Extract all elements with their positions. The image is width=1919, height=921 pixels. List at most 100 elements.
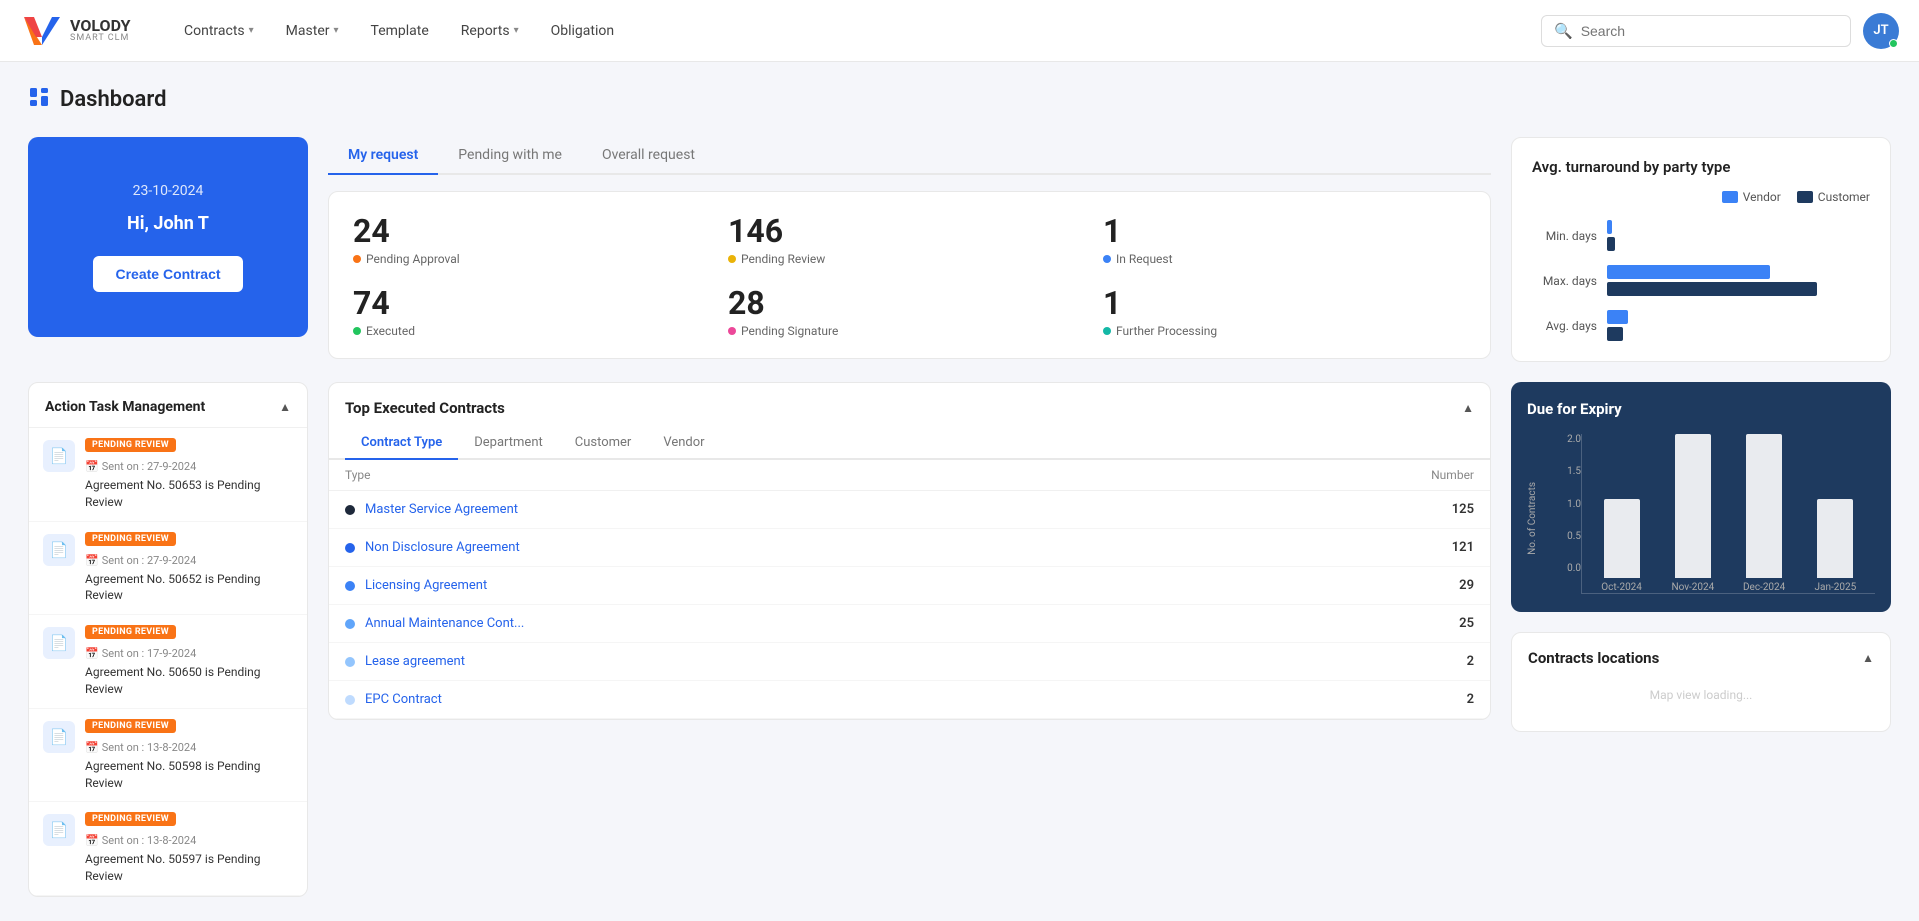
exec-row: Annual Maintenance Cont... 25 bbox=[329, 605, 1490, 643]
action-task-title: Action Task Management bbox=[45, 399, 205, 415]
horizontal-bar-chart: Min. days Max. days Avg. days bbox=[1532, 220, 1870, 341]
collapse-up-button[interactable]: ▲ bbox=[1462, 401, 1474, 415]
stat-pending-review: 146 Pending Review bbox=[728, 212, 1091, 266]
tab-vendor[interactable]: Vendor bbox=[647, 427, 720, 460]
task-description: Agreement No. 50650 is Pending Review bbox=[85, 664, 293, 698]
exec-contract-name[interactable]: Annual Maintenance Cont... bbox=[365, 616, 524, 631]
bar-customer-max bbox=[1607, 282, 1817, 296]
logo[interactable]: VOLODY SMART CLM bbox=[20, 9, 140, 53]
nav-item-contracts[interactable]: Contracts ▾ bbox=[170, 15, 268, 47]
tab-my-request[interactable]: My request bbox=[328, 137, 438, 175]
search-box[interactable]: 🔍 bbox=[1541, 15, 1851, 47]
bar-row-avg: Avg. days bbox=[1532, 310, 1870, 341]
task-date: 📅 Sent on : 27-9-2024 bbox=[85, 460, 196, 473]
legend-customer: Customer bbox=[1797, 190, 1870, 204]
nav-item-master[interactable]: Master ▾ bbox=[272, 15, 353, 47]
search-icon: 🔍 bbox=[1554, 22, 1573, 40]
panel-header: Action Task Management ▲ bbox=[29, 383, 307, 428]
expiry-title: Due for Expiry bbox=[1527, 400, 1875, 418]
tab-department[interactable]: Department bbox=[458, 427, 559, 460]
exec-contract-name[interactable]: Non Disclosure Agreement bbox=[365, 540, 520, 555]
dot-teal bbox=[1103, 327, 1111, 335]
task-item: 📄 PENDING REVIEW 📅 Sent on : 13-8-2024 A… bbox=[29, 709, 307, 803]
stats-panel: My request Pending with me Overall reque… bbox=[328, 137, 1491, 359]
create-contract-button[interactable]: Create Contract bbox=[93, 256, 242, 292]
tab-contract-type[interactable]: Contract Type bbox=[345, 427, 458, 460]
exec-header: Top Executed Contracts ▲ bbox=[329, 383, 1490, 417]
action-task-panel: Action Task Management ▲ 📄 PENDING REVIE… bbox=[28, 382, 308, 897]
tab-customer[interactable]: Customer bbox=[559, 427, 648, 460]
nav-item-reports[interactable]: Reports ▾ bbox=[447, 15, 533, 47]
stats-tabs: My request Pending with me Overall reque… bbox=[328, 137, 1491, 175]
legend-customer-box bbox=[1797, 191, 1813, 203]
page-title-row: Dashboard bbox=[28, 86, 1891, 113]
badge-pending-review: PENDING REVIEW bbox=[85, 625, 176, 639]
exec-contract-name[interactable]: Master Service Agreement bbox=[365, 502, 518, 517]
nav-right: 🔍 JT bbox=[1541, 13, 1899, 49]
task-date: 📅 Sent on : 13-8-2024 bbox=[85, 741, 196, 754]
dashboard-bottom-grid: Action Task Management ▲ 📄 PENDING REVIE… bbox=[28, 382, 1891, 897]
due-expiry-panel: Due for Expiry No. of Contracts 2.0 1.5 … bbox=[1511, 382, 1891, 612]
bar-vendor-avg bbox=[1607, 310, 1628, 324]
vertical-bar-chart: Oct-2024 Nov-2024 Dec-2024 Jan-2025 bbox=[1581, 434, 1875, 594]
nav-item-obligation[interactable]: Obligation bbox=[537, 15, 628, 47]
nav-item-template[interactable]: Template bbox=[357, 15, 443, 47]
task-date: 📅 Sent on : 17-9-2024 bbox=[85, 647, 196, 660]
exec-row: Lease agreement 2 bbox=[329, 643, 1490, 681]
bar-customer-min bbox=[1607, 237, 1615, 251]
main-content: Dashboard 23-10-2024 Hi, John T Create C… bbox=[0, 62, 1919, 921]
exec-contract-name[interactable]: EPC Contract bbox=[365, 692, 442, 707]
user-greeting: Hi, John T bbox=[127, 213, 209, 234]
tab-pending-with-me[interactable]: Pending with me bbox=[438, 137, 582, 175]
dot-blue bbox=[1103, 255, 1111, 263]
dot-green bbox=[353, 327, 361, 335]
contracts-locations-panel: Contracts locations ▲ Map view loading..… bbox=[1511, 632, 1891, 732]
chevron-down-icon: ▾ bbox=[333, 25, 338, 36]
right-column: Due for Expiry No. of Contracts 2.0 1.5 … bbox=[1511, 382, 1891, 732]
exec-dot bbox=[345, 619, 355, 629]
bar-group-jan: Jan-2025 bbox=[1804, 434, 1867, 593]
tab-overall-request[interactable]: Overall request bbox=[582, 137, 715, 175]
task-item: 📄 PENDING REVIEW 📅 Sent on : 27-9-2024 A… bbox=[29, 428, 307, 522]
top-executed-panel: Top Executed Contracts ▲ Contract Type D… bbox=[328, 382, 1491, 720]
task-item: 📄 PENDING REVIEW 📅 Sent on : 13-8-2024 A… bbox=[29, 802, 307, 896]
exec-contract-name[interactable]: Lease agreement bbox=[365, 654, 465, 669]
exec-tabs: Contract Type Department Customer Vendor bbox=[329, 427, 1490, 460]
collapse-button[interactable]: ▲ bbox=[279, 400, 291, 414]
task-description: Agreement No. 50653 is Pending Review bbox=[85, 477, 293, 511]
online-indicator bbox=[1889, 39, 1898, 48]
y-label: 0.5 bbox=[1567, 531, 1581, 542]
bar-vendor-max bbox=[1607, 265, 1770, 279]
exec-row: Licensing Agreement 29 bbox=[329, 567, 1490, 605]
bar-jan bbox=[1817, 499, 1853, 579]
task-date: 📅 Sent on : 27-9-2024 bbox=[85, 554, 196, 567]
task-date: 📅 Sent on : 13-8-2024 bbox=[85, 834, 196, 847]
exec-row: Non Disclosure Agreement 121 bbox=[329, 529, 1490, 567]
bar-row-max: Max. days bbox=[1532, 265, 1870, 296]
y-axis-label: No. of Contracts bbox=[1527, 482, 1538, 555]
dashboard-icon bbox=[28, 86, 50, 113]
collapse-locations-button[interactable]: ▲ bbox=[1862, 651, 1874, 665]
chevron-down-icon: ▾ bbox=[514, 25, 519, 36]
legend-vendor: Vendor bbox=[1722, 190, 1781, 204]
navbar: VOLODY SMART CLM Contracts ▾ Master ▾ Te… bbox=[0, 0, 1919, 62]
legend-vendor-box bbox=[1722, 191, 1738, 203]
locations-title: Contracts locations bbox=[1528, 649, 1659, 667]
task-description: Agreement No. 50598 is Pending Review bbox=[85, 758, 293, 792]
avg-turnaround-panel: Avg. turnaround by party type Vendor Cus… bbox=[1511, 137, 1891, 362]
y-label: 0.0 bbox=[1567, 563, 1581, 574]
chevron-down-icon: ▾ bbox=[249, 25, 254, 36]
stats-grid: 24 Pending Approval 146 Pending Review 1… bbox=[328, 191, 1491, 359]
avatar[interactable]: JT bbox=[1863, 13, 1899, 49]
exec-dot bbox=[345, 695, 355, 705]
exec-contract-name[interactable]: Licensing Agreement bbox=[365, 578, 487, 593]
bar-vendor-min bbox=[1607, 220, 1612, 234]
nav-links: Contracts ▾ Master ▾ Template Reports ▾ … bbox=[170, 15, 1541, 47]
stat-pending-signature: 28 Pending Signature bbox=[728, 284, 1091, 338]
bar-group-dec: Dec-2024 bbox=[1733, 434, 1796, 593]
exec-table-header: Type Number bbox=[329, 460, 1490, 491]
search-input[interactable] bbox=[1581, 23, 1838, 39]
bar-customer-avg bbox=[1607, 327, 1623, 341]
exec-row: EPC Contract 2 bbox=[329, 681, 1490, 719]
dot-orange bbox=[353, 255, 361, 263]
